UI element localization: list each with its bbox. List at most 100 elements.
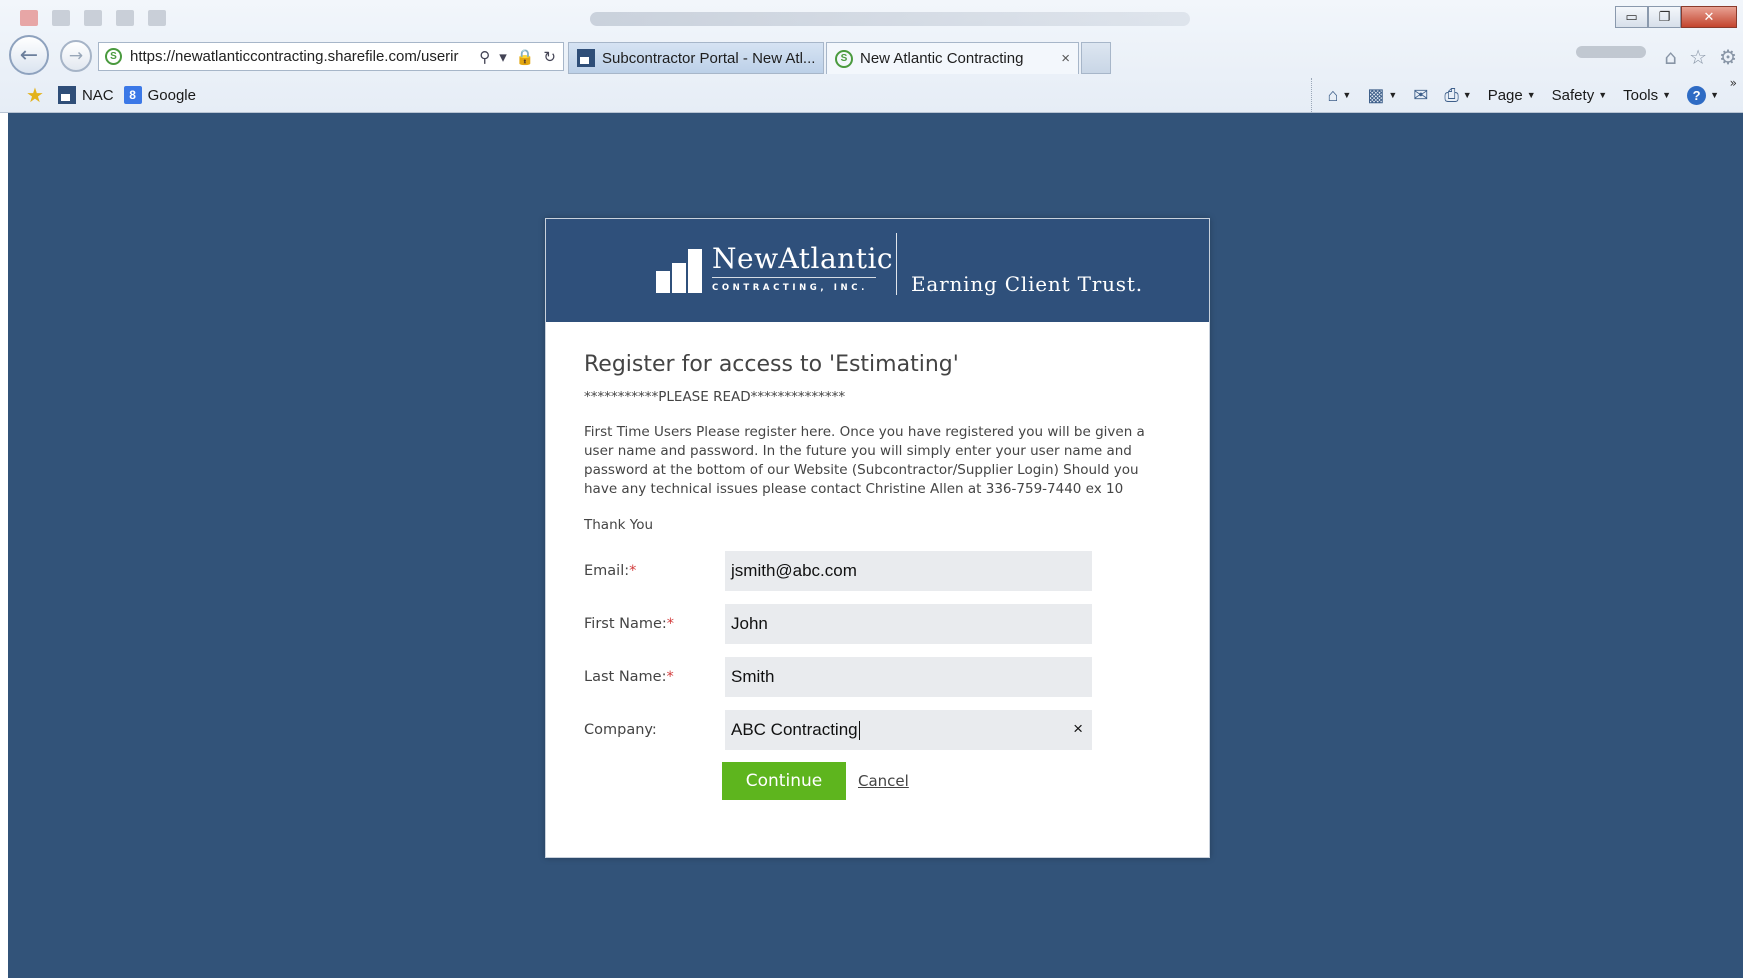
first-name-row: First Name:* John (584, 604, 1171, 644)
page-menu-label: Page (1487, 86, 1523, 104)
home-command[interactable]: ⌂ ▼ (1328, 85, 1352, 106)
restore-button[interactable]: ❐ (1648, 6, 1681, 28)
new-tab-button[interactable] (1081, 42, 1111, 74)
help-icon: ? (1687, 85, 1707, 105)
card-header: NewAtlantic CONTRACTING, INC. Earning Cl… (546, 219, 1209, 322)
address-url[interactable]: https://newatlanticcontracting.sharefile… (130, 48, 472, 65)
expand-toolbar-icon[interactable]: » (1730, 76, 1737, 90)
favorite-label: NAC (81, 86, 114, 104)
form-actions: Continue Cancel (722, 762, 1171, 800)
last-name-row: Last Name:* Smith (584, 657, 1171, 697)
registration-card: NewAtlantic CONTRACTING, INC. Earning Cl… (545, 218, 1210, 858)
back-button[interactable]: ← (9, 35, 49, 75)
thank-you-text: Thank You (584, 517, 654, 533)
favorite-google[interactable]: 8 Google (123, 86, 196, 104)
safety-menu-label: Safety (1551, 86, 1595, 104)
page-menu[interactable]: Page ▼ (1488, 87, 1536, 104)
company-field[interactable]: ABC Contracting × (725, 710, 1092, 750)
brand-divider (896, 233, 897, 295)
chevron-down-icon: ▼ (1462, 90, 1472, 100)
sharefile-favicon-icon: S (835, 49, 853, 68)
favorite-nac[interactable]: NAC (57, 86, 114, 104)
required-marker: * (666, 616, 675, 632)
sharefile-site-icon: S (105, 48, 122, 65)
favorites-star-icon[interactable]: ☆ (1689, 45, 1707, 69)
tab-label: New Atlantic Contracting (860, 50, 1024, 67)
email-value: jsmith@abc.com (731, 561, 857, 580)
text-cursor (858, 720, 860, 740)
window-title-blurred (590, 12, 1190, 26)
undo-icon (84, 10, 102, 26)
address-bar-actions: ⚲ ▾ 🔒 ↻ (472, 48, 563, 66)
brand-underline (712, 277, 876, 278)
present-icon (148, 10, 166, 26)
tools-menu[interactable]: Tools ▼ (1623, 87, 1671, 104)
favorites-add-icon[interactable]: ★ (26, 83, 44, 108)
chevron-down-icon: ▼ (1388, 90, 1398, 100)
tab-subcontractor-portal[interactable]: Subcontractor Portal - New Atl... (568, 42, 824, 74)
command-bar: ⌂ ▼ ▩ ▼ ✉ ⎙ ▼ Page ▼ Safety ▼ Tools ▼ ? ▼ (1310, 78, 1719, 112)
last-name-value: Smith (731, 667, 775, 686)
email-field[interactable]: jsmith@abc.com (725, 551, 1092, 591)
brand-subtitle: CONTRACTING, INC. (712, 283, 868, 293)
close-tab-icon[interactable]: × (1061, 50, 1070, 67)
nac-favicon-icon (577, 49, 595, 67)
close-window-button[interactable]: ✕ (1681, 6, 1737, 28)
company-row: Company: ABC Contracting × (584, 710, 1171, 750)
first-name-field[interactable]: John (725, 604, 1092, 644)
redo-icon (116, 10, 134, 26)
browser-chrome: ▭ ❐ ✕ ← → S https://newatlanticcontracti… (0, 0, 1743, 113)
feeds-command[interactable]: ▩ ▼ (1367, 85, 1397, 106)
brand-name: NewAtlantic (712, 242, 894, 275)
last-name-label: Last Name:* (584, 669, 674, 685)
home-icon: ⌂ (1327, 84, 1339, 105)
favorites-bar: ★ NAC 8 Google ⌂ ▼ ▩ ▼ ✉ ⎙ ▼ Page ▼ Safety ▼ … (0, 78, 1743, 112)
search-icon[interactable]: ⚲ (479, 48, 490, 66)
forward-arrow-icon: → (68, 46, 84, 66)
refresh-icon[interactable]: ↻ (543, 48, 556, 66)
app-icon (20, 10, 38, 26)
window-controls: ▭ ❐ ✕ (1615, 6, 1737, 28)
address-bar[interactable]: S https://newatlanticcontracting.sharefi… (98, 42, 564, 71)
email-row: Email:* jsmith@abc.com (584, 551, 1171, 591)
nac-icon (57, 86, 76, 104)
chevron-down-icon: ▼ (1526, 90, 1536, 100)
settings-gear-icon[interactable]: ⚙ (1719, 45, 1737, 69)
chevron-down-icon: ▼ (1598, 90, 1608, 100)
tools-menu-label: Tools (1623, 86, 1659, 104)
instructions-text: First Time Users Please register here. O… (584, 424, 1145, 497)
tab-new-atlantic-contracting[interactable]: S New Atlantic Contracting × (826, 42, 1079, 74)
forward-button[interactable]: → (60, 40, 92, 72)
back-arrow-icon: ← (19, 42, 39, 68)
dropdown-icon[interactable]: ▾ (499, 48, 507, 66)
help-menu[interactable]: ? ▼ (1687, 85, 1719, 105)
window-left-edge (0, 113, 8, 978)
print-command[interactable]: ⎙ ▼ (1444, 85, 1471, 106)
mail-command[interactable]: ✉ (1413, 85, 1428, 106)
chevron-down-icon: ▼ (1662, 90, 1672, 100)
cancel-link[interactable]: Cancel (858, 772, 909, 790)
user-name-blurred (1576, 46, 1646, 58)
registration-form: Register for access to 'Estimating' ****… (546, 322, 1209, 800)
last-name-field[interactable]: Smith (725, 657, 1092, 697)
printer-icon: ⎙ (1444, 84, 1459, 105)
company-value: ABC Contracting (731, 720, 858, 739)
tab-label: Subcontractor Portal - New Atl... (602, 49, 816, 67)
first-name-value: John (731, 614, 768, 633)
mail-icon: ✉ (1413, 84, 1429, 105)
notice-heading: ***********PLEASE READ************** (584, 389, 846, 405)
minimize-button[interactable]: ▭ (1615, 6, 1648, 28)
safety-menu[interactable]: Safety ▼ (1552, 87, 1607, 104)
rss-feed-icon: ▩ (1367, 84, 1385, 105)
required-marker: * (666, 669, 674, 685)
company-label: Company: (584, 722, 657, 738)
lock-icon[interactable]: 🔒 (516, 48, 535, 66)
save-icon (52, 10, 70, 26)
clear-field-icon[interactable]: × (1073, 719, 1083, 739)
required-marker: * (629, 563, 637, 579)
home-icon[interactable]: ⌂ (1664, 45, 1677, 69)
google-icon: 8 (123, 86, 142, 104)
email-label: Email:* (584, 563, 637, 579)
brand-tagline: Earning Client Trust. (911, 272, 1143, 296)
continue-button[interactable]: Continue (722, 762, 846, 800)
